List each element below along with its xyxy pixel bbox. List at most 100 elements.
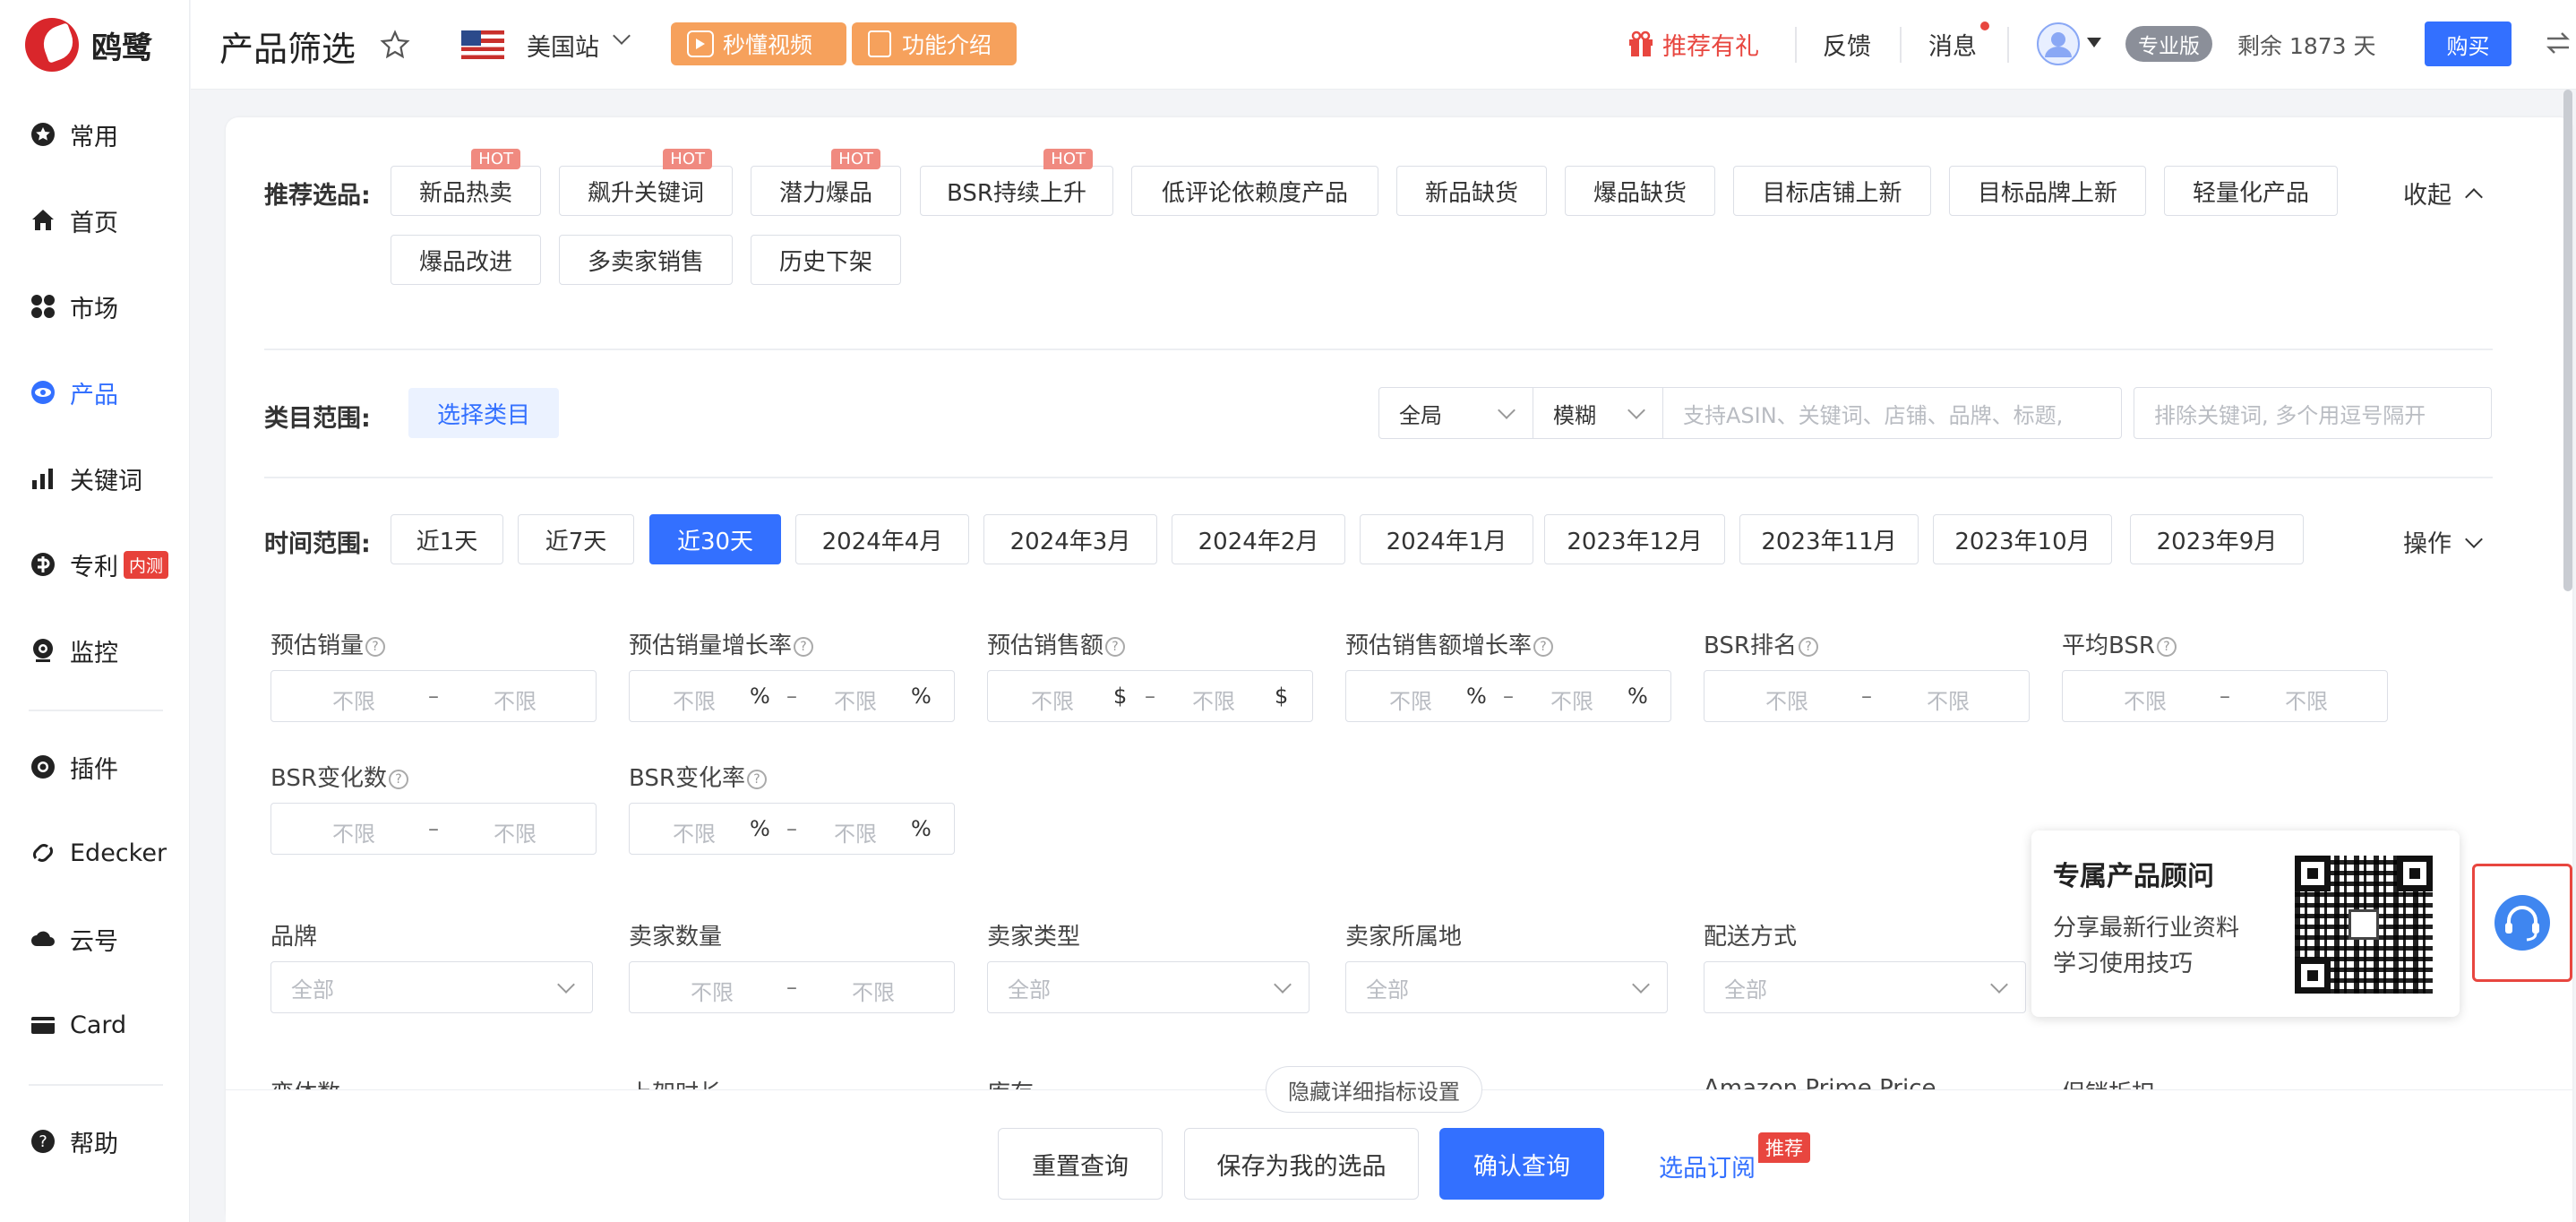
sidebar-item-edecker[interactable]: Edecker <box>29 830 167 875</box>
chrome-icon <box>29 753 57 781</box>
hot-badge: HOT <box>663 149 712 169</box>
percent-range-input[interactable]: 不限% – 不限% <box>1345 670 1671 722</box>
time-option[interactable]: 2023年12月 <box>1544 514 1725 564</box>
recommend-chip[interactable]: 目标品牌上新 <box>1949 166 2146 216</box>
collapse-toggle[interactable]: 收起 <box>2403 176 2483 211</box>
recommend-chip[interactable]: 轻量化产品 <box>2164 166 2338 216</box>
recommend-chip[interactable]: 低评论依赖度产品 <box>1131 166 1378 216</box>
percent-range-input[interactable]: 不限% – 不限% <box>629 803 955 855</box>
time-option[interactable]: 2024年1月 <box>1360 514 1533 564</box>
min-placeholder: 不限 <box>1031 689 1074 714</box>
reset-button[interactable]: 重置查询 <box>998 1128 1163 1200</box>
time-option[interactable]: 近1天 <box>391 514 503 564</box>
time-option[interactable]: 2024年4月 <box>795 514 969 564</box>
percent-range-input[interactable]: 不限% – 不限% <box>629 670 955 722</box>
help-circle-icon[interactable]: ? <box>1533 636 1554 657</box>
video-button[interactable]: 秒懂视频 <box>671 22 846 65</box>
switch-icon[interactable] <box>2543 28 2573 62</box>
sidebar-item-帮助[interactable]: ? 帮助 <box>29 1119 118 1164</box>
time-option[interactable]: 2023年10月 <box>1933 514 2112 564</box>
help-circle-icon[interactable]: ? <box>1105 636 1126 657</box>
chip-label: 爆品缺货 <box>1593 179 1687 207</box>
range-input[interactable]: 不限 – 不限 <box>2062 670 2388 722</box>
help-circle-icon[interactable]: ? <box>1798 636 1818 657</box>
help-circle-icon[interactable]: ? <box>794 636 814 657</box>
feedback-link[interactable]: 反馈 <box>1823 27 1871 62</box>
help-circle-icon[interactable]: ? <box>388 769 408 789</box>
time-option-selected[interactable]: 近30天 <box>649 514 781 564</box>
recommend-chip[interactable]: 历史下架 <box>751 235 901 285</box>
recommend-chip[interactable]: 多卖家销售 <box>559 235 733 285</box>
hide-detail-toggle[interactable]: 隐藏详细指标设置 <box>1266 1066 1482 1113</box>
sidebar-item-专利[interactable]: 专利 内测 <box>29 542 169 587</box>
select-category-button[interactable]: 选择类目 <box>408 388 559 438</box>
seller-count-range[interactable]: 不限 – 不限 <box>629 961 955 1013</box>
sidebar-item-关键词[interactable]: 关键词 <box>29 456 142 501</box>
time-option[interactable]: 近7天 <box>518 514 634 564</box>
operations-dropdown[interactable]: 操作 <box>2403 524 2483 559</box>
subscribe-link[interactable]: 选品订阅 <box>1659 1149 1756 1183</box>
recommend-chip[interactable]: 爆品缺货 <box>1565 166 1715 216</box>
filter-label: 品牌 <box>270 924 318 951</box>
recommend-chip[interactable]: BSR持续上升 HOT <box>920 149 1113 216</box>
filter-label: 促销折扣 <box>2062 1075 2155 1089</box>
recommend-chip[interactable]: 飙升关键词 HOT <box>559 149 733 216</box>
site-selector[interactable]: 美国站 <box>527 28 599 63</box>
buy-button[interactable]: 购买 <box>2425 22 2512 66</box>
sidebar-item-常用[interactable]: 常用 <box>29 112 118 157</box>
shipping-select[interactable]: 全部 <box>1704 961 2026 1013</box>
seller-type-select[interactable]: 全部 <box>987 961 1309 1013</box>
time-option[interactable]: 2023年11月 <box>1739 514 1919 564</box>
recommend-chip[interactable]: 目标店铺上新 <box>1733 166 1931 216</box>
confirm-query-button[interactable]: 确认查询 <box>1439 1128 1604 1200</box>
sidebar-item-插件[interactable]: 插件 <box>29 744 118 789</box>
range-input[interactable]: 不限 – 不限 <box>270 670 597 722</box>
currency-range-input[interactable]: 不限 $ – 不限 $ <box>987 670 1313 722</box>
filter-label-text: 预估销量增长率 <box>629 633 793 659</box>
range-input[interactable]: 不限 – 不限 <box>270 803 597 855</box>
time-option[interactable]: 2023年9月 <box>2130 514 2304 564</box>
recommend-chip[interactable]: 爆品改进 <box>391 235 541 285</box>
match-select[interactable]: 模糊 <box>1533 387 1663 439</box>
help-circle-icon[interactable]: ? <box>2156 636 2177 657</box>
recommend-chip[interactable]: 新品热卖 HOT <box>391 149 541 216</box>
sidebar-item-产品[interactable]: 产品 <box>29 370 118 415</box>
scope-select[interactable]: 全局 <box>1378 387 1533 439</box>
eye-icon <box>29 378 57 407</box>
chevron-down-icon[interactable] <box>613 27 631 45</box>
favorite-star-icon[interactable] <box>379 29 411 65</box>
site-label: 美国站 <box>527 34 599 62</box>
page-scrollbar[interactable] <box>2563 90 2572 591</box>
sidebar-item-市场[interactable]: 市场 <box>29 284 118 329</box>
help-circle-icon[interactable]: ? <box>365 636 386 657</box>
recommend-chip[interactable]: 新品缺货 <box>1396 166 1547 216</box>
max-placeholder: 不限 <box>834 822 877 847</box>
search-input[interactable]: 支持ASIN、关键词、店铺、品牌、标题, <box>1662 387 2122 439</box>
chip-label: 飙升关键词 <box>587 179 704 207</box>
intro-button[interactable]: 功能介绍 <box>852 22 1017 65</box>
operations-label: 操作 <box>2403 530 2451 558</box>
messages-link[interactable]: 消息 <box>1928 27 1977 62</box>
app-logo[interactable]: 鸥鹭 <box>25 18 152 72</box>
avatar[interactable] <box>2036 22 2081 70</box>
max-placeholder: 不限 <box>494 822 537 847</box>
sidebar-item-监控[interactable]: 监控 <box>29 628 118 673</box>
customer-service-button[interactable] <box>2472 864 2572 982</box>
time-option[interactable]: 2024年3月 <box>983 514 1157 564</box>
chevron-down-icon <box>1632 976 1650 994</box>
exclude-keyword-input[interactable]: 排除关键词, 多个用逗号隔开 <box>2134 387 2492 439</box>
sidebar-item-card[interactable]: Card <box>29 1003 126 1047</box>
time-option[interactable]: 2024年2月 <box>1172 514 1345 564</box>
help-circle-icon[interactable]: ? <box>746 769 767 789</box>
sidebar-item-首页[interactable]: 首页 <box>29 198 118 243</box>
seller-location-select[interactable]: 全部 <box>1345 961 1668 1013</box>
range-input[interactable]: 不限 – 不限 <box>1704 670 2030 722</box>
consultant-line: 分享最新行业资料 <box>2053 915 2240 942</box>
caret-down-icon[interactable] <box>2087 38 2101 47</box>
sidebar-item-云号[interactable]: 云号 <box>29 916 118 961</box>
brand-select[interactable]: 全部 <box>270 961 593 1013</box>
recommend-chip[interactable]: 潜力爆品 HOT <box>751 149 901 216</box>
sidebar-item-label: 帮助 <box>70 1130 118 1158</box>
gift-link[interactable]: 推荐有礼 <box>1627 27 1759 62</box>
save-selection-button[interactable]: 保存为我的选品 <box>1184 1128 1419 1200</box>
